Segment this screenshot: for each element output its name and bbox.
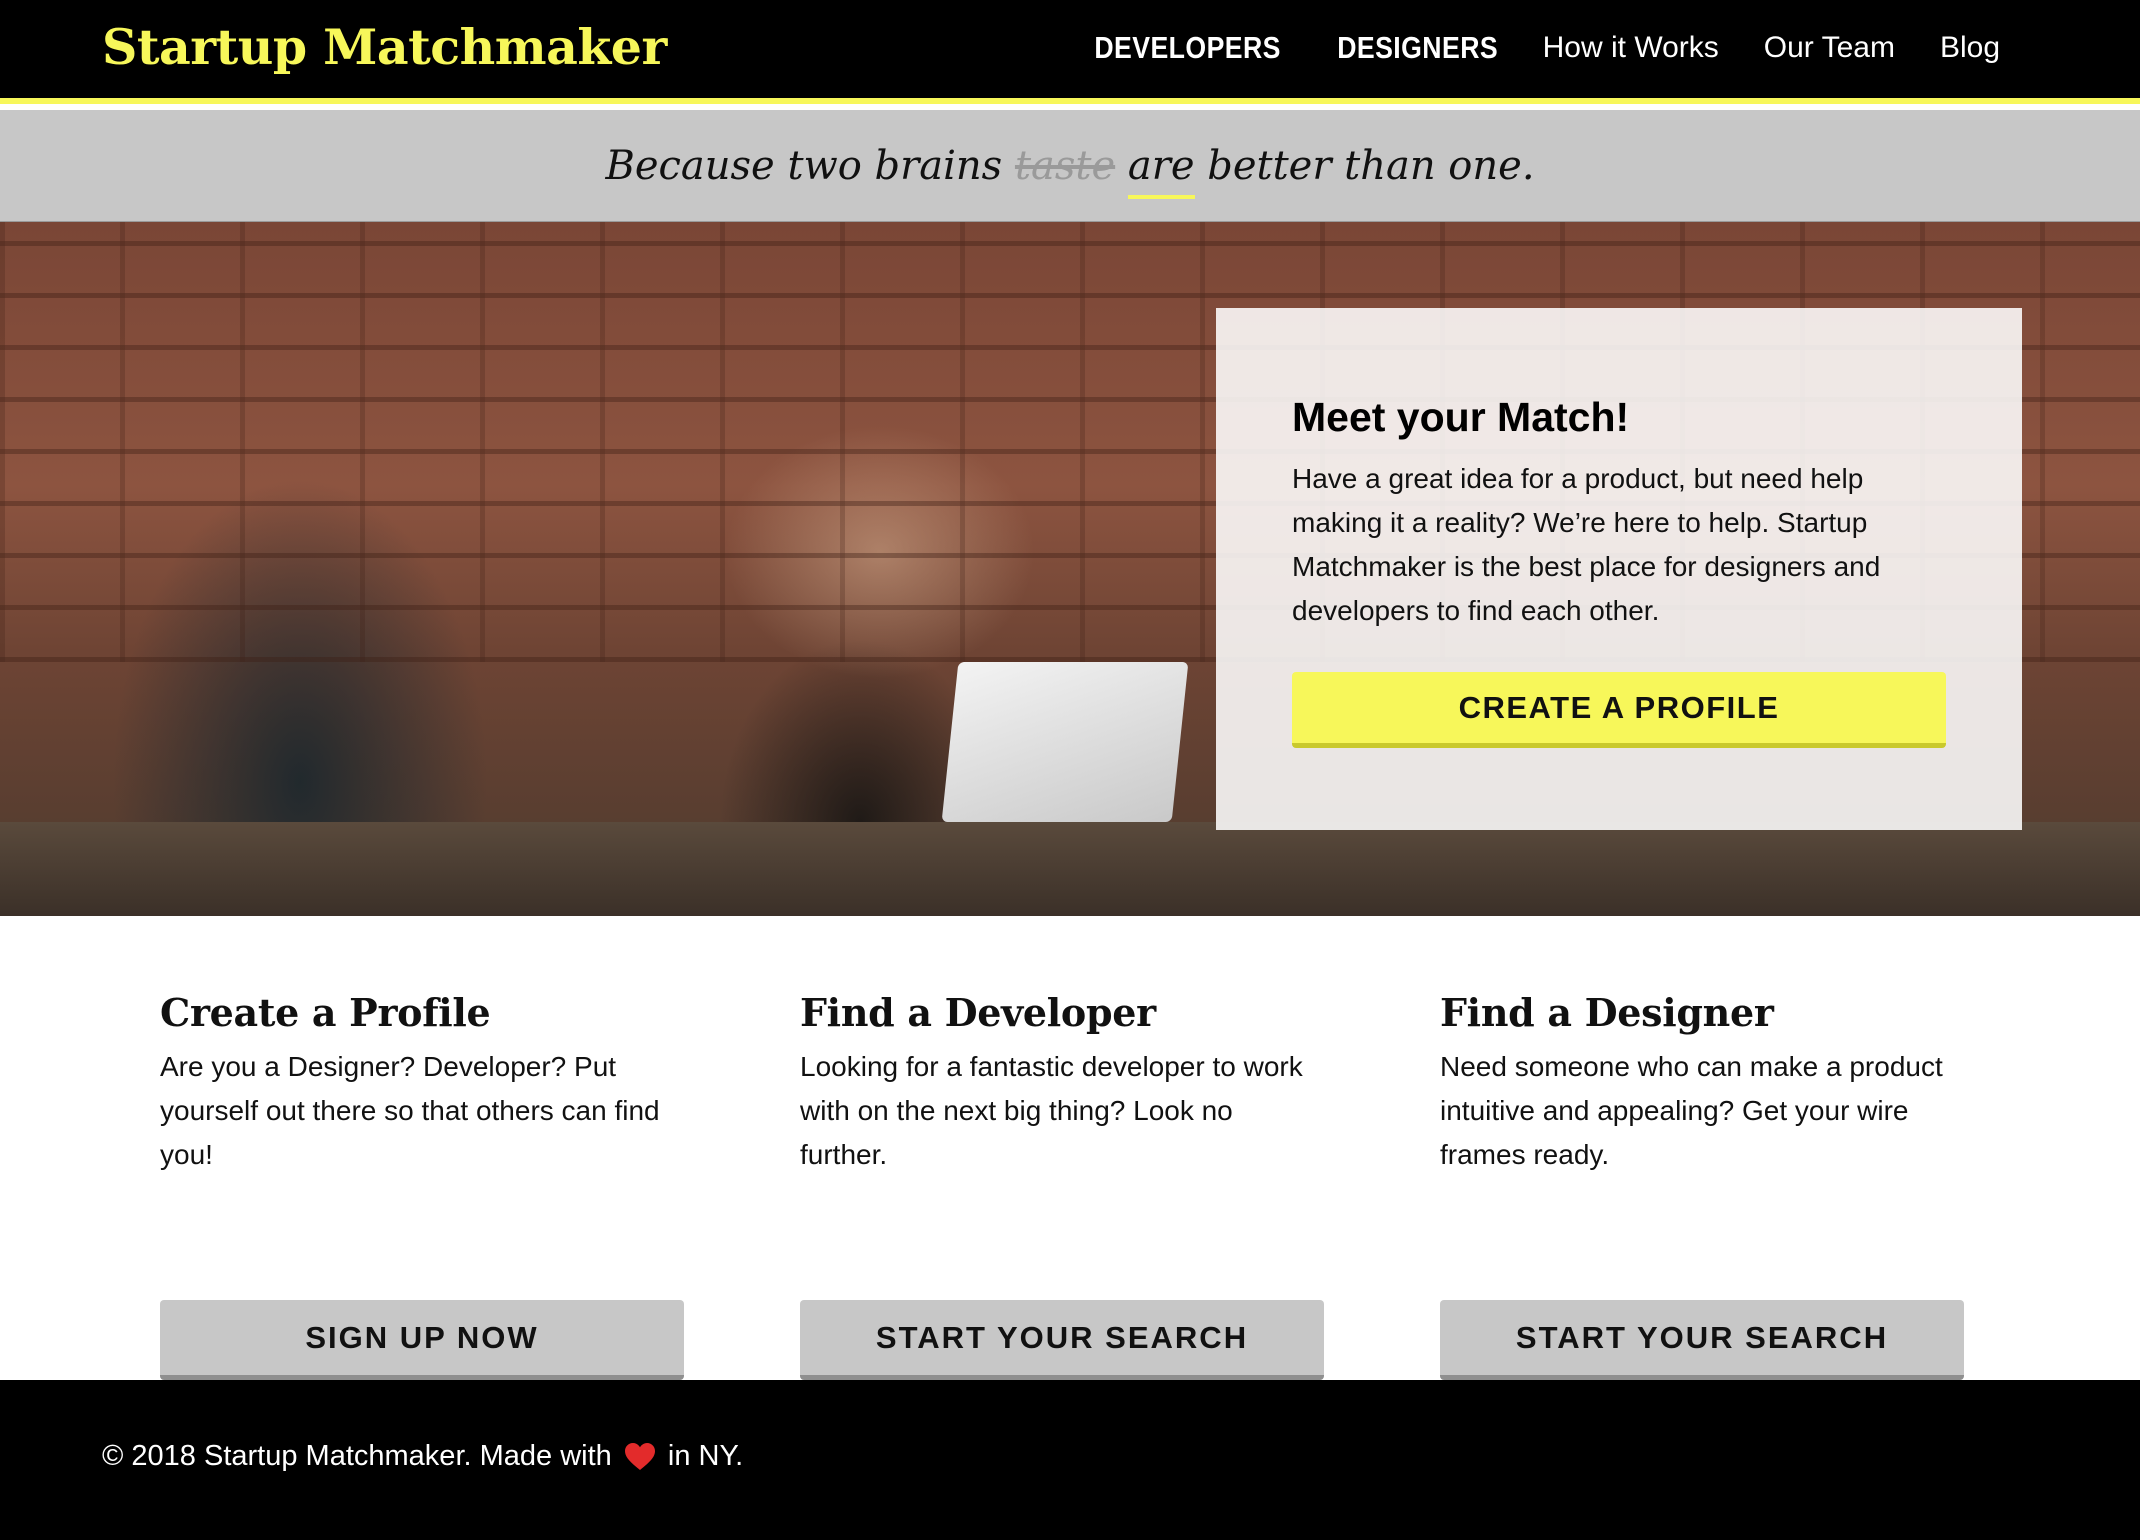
- footer-copyright: © 2018 Startup Matchmaker. Made with in …: [102, 1440, 743, 1473]
- laptop-graphic: [941, 662, 1189, 822]
- nav-designers[interactable]: DESIGNERS: [1337, 30, 1498, 66]
- heart-icon: [624, 1442, 655, 1470]
- feature-description: Need someone who can make a product intu…: [1440, 1051, 1943, 1170]
- footer-text-after: in NY.: [659, 1440, 744, 1472]
- feature-title: Find a Developer: [800, 990, 1156, 1035]
- features-section: Create a Profile Are you a Designer? Dev…: [0, 916, 2140, 1380]
- create-profile-button[interactable]: CREATE A PROFILE: [1292, 672, 1946, 748]
- feature-find-developer: Find a Developer Looking for a fantastic…: [800, 990, 1324, 1380]
- hero-title: Meet your Match!: [1292, 394, 1630, 440]
- tagline-bar: Because two brains taste are better than…: [0, 110, 2140, 222]
- tagline-before: Because two brains: [605, 142, 1015, 189]
- footer-text-before: © 2018 Startup Matchmaker. Made with: [102, 1440, 620, 1472]
- feature-find-designer: Find a Designer Need someone who can mak…: [1440, 990, 1964, 1380]
- nav-developers[interactable]: DEVELOPERS: [1094, 30, 1281, 66]
- search-designers-button[interactable]: START YOUR SEARCH: [1440, 1300, 1964, 1380]
- feature-create-profile: Create a Profile Are you a Designer? Dev…: [160, 990, 684, 1380]
- main-nav: DEVELOPERS DESIGNERS How it Works Our Te…: [1034, 30, 2000, 66]
- feature-description: Are you a Designer? Developer? Put yours…: [160, 1051, 660, 1170]
- nav-blog[interactable]: Blog: [1940, 31, 2000, 65]
- hero-card: Meet your Match! Have a great idea for a…: [1216, 308, 2022, 830]
- hero-description: Have a great idea for a product, but nee…: [1292, 463, 1881, 626]
- feature-description: Looking for a fantastic developer to wor…: [800, 1051, 1303, 1170]
- feature-title: Find a Designer: [1440, 990, 1774, 1035]
- tagline-after: better than one.: [1194, 142, 1535, 189]
- site-header: Startup Matchmaker DEVELOPERS DESIGNERS …: [0, 0, 2140, 104]
- site-logo[interactable]: Startup Matchmaker: [102, 18, 667, 76]
- nav-how-it-works[interactable]: How it Works: [1543, 31, 1719, 65]
- nav-our-team[interactable]: Our Team: [1764, 31, 1895, 65]
- hero-section: Meet your Match! Have a great idea for a…: [0, 222, 2140, 916]
- sign-up-button[interactable]: SIGN UP NOW: [160, 1300, 684, 1380]
- table-graphic: [0, 822, 2140, 916]
- tagline-emphasis-word: are: [1127, 142, 1195, 199]
- tagline: Because two brains taste are better than…: [605, 142, 1535, 199]
- tagline-struck-word: taste: [1014, 142, 1116, 189]
- feature-title: Create a Profile: [160, 990, 491, 1035]
- site-footer: © 2018 Startup Matchmaker. Made with in …: [0, 1380, 2140, 1540]
- search-developers-button[interactable]: START YOUR SEARCH: [800, 1300, 1324, 1380]
